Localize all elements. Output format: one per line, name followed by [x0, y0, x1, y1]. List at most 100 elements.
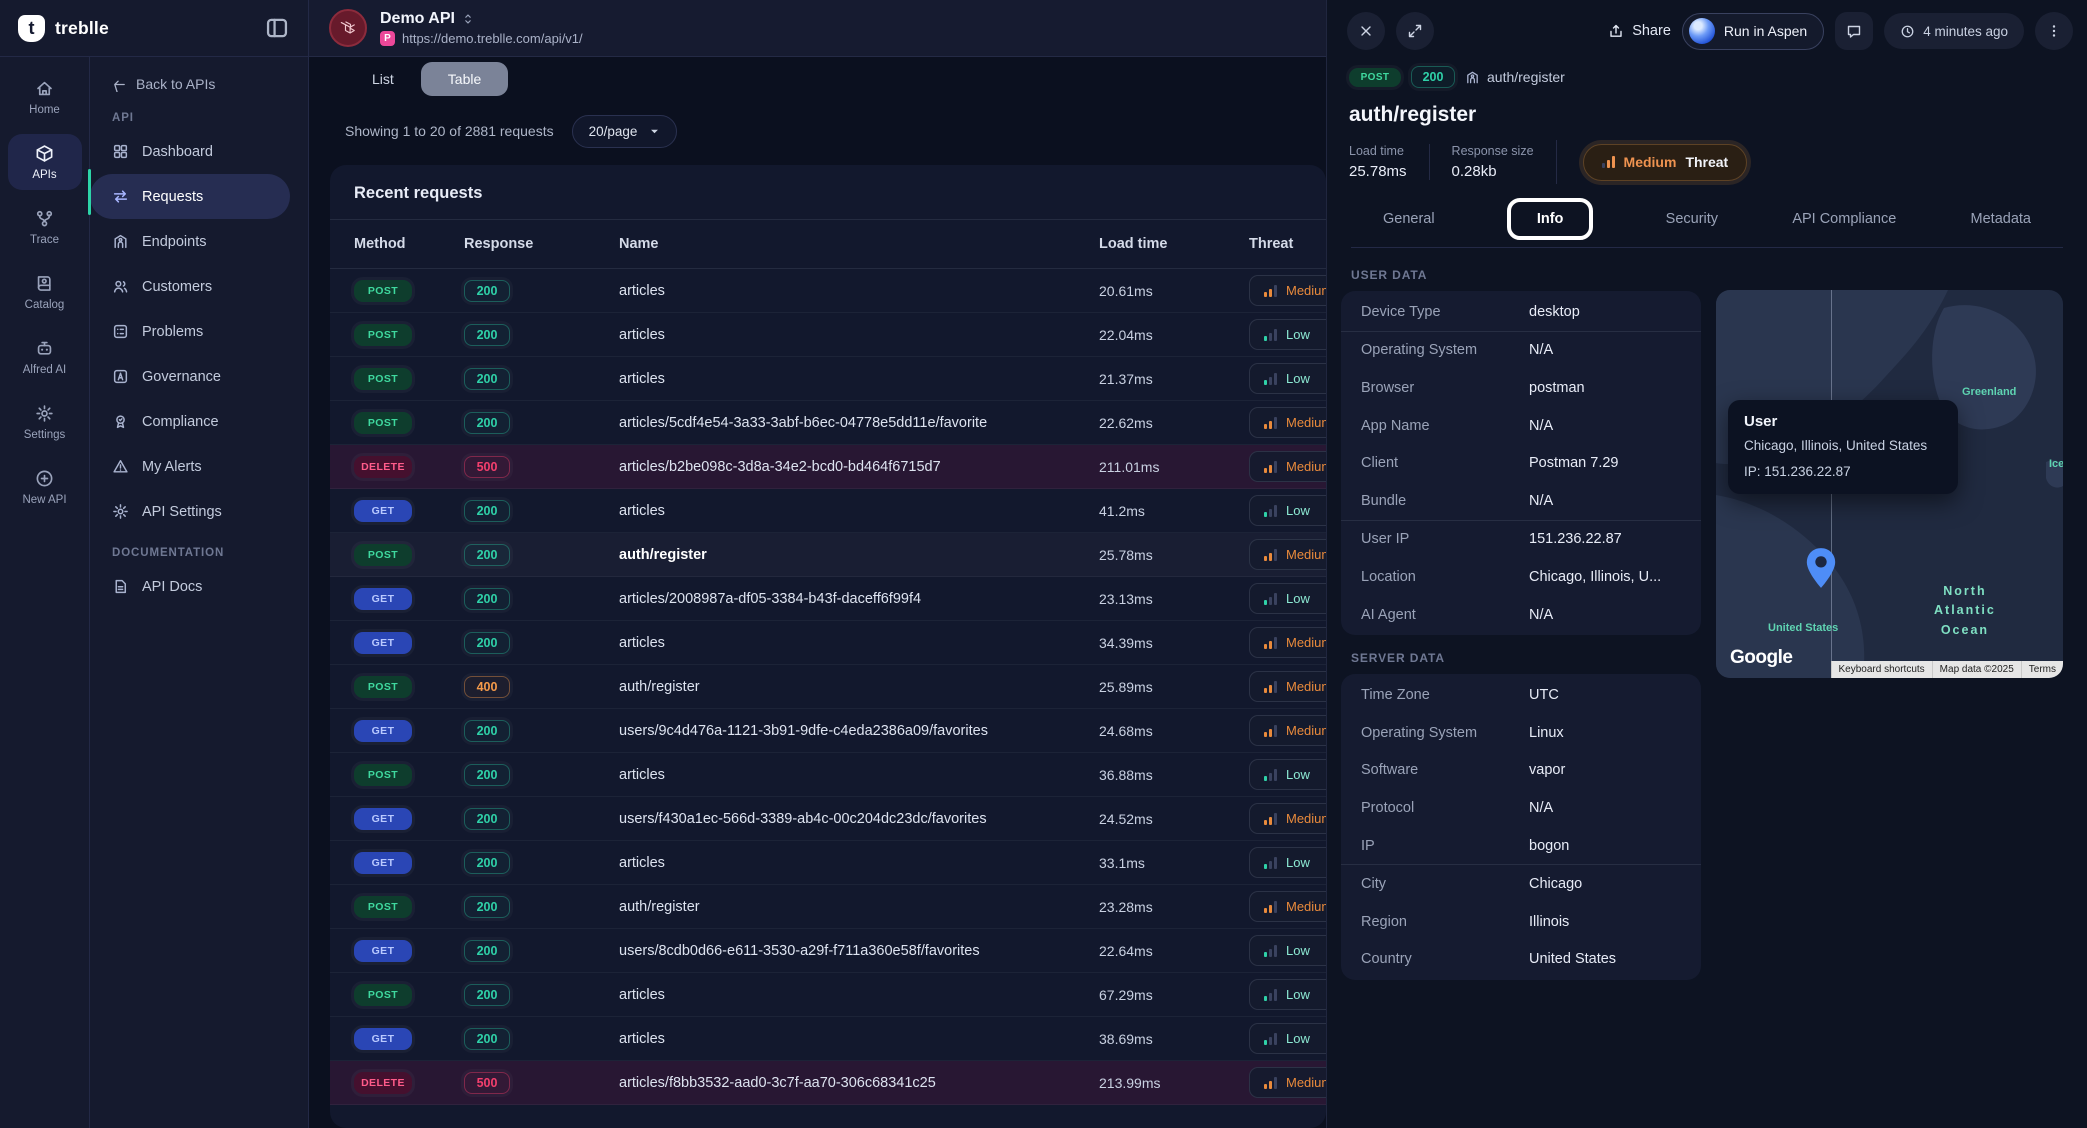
location-map[interactable]: Greenland Iceland North Atlantic Ocean U… [1716, 290, 2063, 678]
rail-item-alfred-ai[interactable]: Alfred AI [8, 329, 82, 385]
endpoint-breadcrumb[interactable]: auth/register [1465, 69, 1565, 85]
load-time: 23.28ms [1099, 899, 1249, 915]
map-attribution-item[interactable]: Terms [2021, 661, 2063, 678]
stat-value: 0.28kb [1452, 163, 1534, 180]
sidebar-item-endpoints[interactable]: Endpoints [90, 219, 308, 264]
table-row[interactable]: GET200articles38.69msLow [330, 1017, 1326, 1061]
info-tab-content: USER DATA Device TypedesktopOperating Sy… [1327, 248, 2087, 996]
sidebar-item-problems[interactable]: Problems [90, 309, 308, 354]
method-cell: GET [354, 1028, 464, 1050]
rail-item-label: New API [22, 494, 66, 506]
table-row[interactable]: DELETE500articles/b2be098c-3d8a-34e2-bcd… [330, 445, 1326, 489]
stat-label: Response size [1452, 144, 1534, 158]
share-button[interactable]: Share [1608, 23, 1671, 39]
api-avatar[interactable] [329, 9, 367, 47]
page-size-select[interactable]: 20/page [572, 115, 678, 148]
rail-item-settings[interactable]: Settings [8, 394, 82, 450]
table-row[interactable]: POST200articles/5cdf4e54-3a33-3abf-b6ec-… [330, 401, 1326, 445]
sidebar-item-api-settings[interactable]: API Settings [90, 489, 308, 534]
threat-bars-icon [1264, 725, 1277, 737]
rail-item-trace[interactable]: Trace [8, 199, 82, 255]
rail-item-apis[interactable]: APIs [8, 134, 82, 190]
table-row[interactable]: POST200articles36.88msLow [330, 753, 1326, 797]
table-row[interactable]: GET200articles34.39msMedium [330, 621, 1326, 665]
brand-name: treblle [55, 18, 109, 39]
view-toggle-table[interactable]: Table [421, 62, 508, 96]
treblle-logo[interactable]: t treblle [18, 15, 109, 42]
status-badge: 200 [464, 500, 510, 522]
kv-row-app-name: App NameN/A [1341, 407, 1701, 445]
comments-button[interactable] [1835, 12, 1873, 50]
response-cell: 200 [464, 896, 619, 918]
sidebar-item-api-docs[interactable]: API Docs [90, 564, 308, 609]
sidebar-item-requests[interactable]: Requests [90, 174, 290, 219]
map-attribution-item[interactable]: Map data ©2025 [1932, 661, 2021, 678]
sidebar-item-dashboard[interactable]: Dashboard [90, 129, 308, 174]
table-row[interactable]: DELETE500articles/f8bb3532-aad0-3c7f-aa7… [330, 1061, 1326, 1105]
kv-row-ai-agent: AI AgentN/A [1341, 596, 1701, 634]
expand-panel-button[interactable] [1396, 12, 1434, 50]
table-row[interactable]: GET200articles33.1msLow [330, 841, 1326, 885]
expand-icon [1407, 23, 1423, 39]
table-row[interactable]: GET200articles/2008987a-df05-3384-b43f-d… [330, 577, 1326, 621]
table-row[interactable]: GET200articles41.2msLow [330, 489, 1326, 533]
status-badge: 500 [464, 456, 510, 478]
tab-api-compliance[interactable]: API Compliance [1790, 205, 1898, 233]
request-breadcrumb: POST 200 auth/register [1349, 66, 2063, 88]
threat-badge: Medium [1249, 539, 1326, 570]
tab-general[interactable]: General [1381, 205, 1437, 233]
kv-row-operating-system: Operating SystemN/A [1341, 332, 1701, 370]
threat-bars-icon [1264, 1077, 1277, 1089]
tab-info[interactable]: Info [1507, 198, 1594, 240]
sidebar-item-label: Endpoints [142, 234, 207, 250]
table-row[interactable]: GET200users/9c4d476a-1121-3b91-9dfe-c4ed… [330, 709, 1326, 753]
table-row[interactable]: POST400auth/register25.89msMedium [330, 665, 1326, 709]
recent-requests-card: Recent requests MethodResponseNameLoad t… [330, 165, 1326, 1128]
table-row[interactable]: GET200users/8cdb0d66-e611-3530-a29f-f711… [330, 929, 1326, 973]
close-panel-button[interactable] [1347, 12, 1385, 50]
table-row[interactable]: POST200articles20.61msMedium [330, 269, 1326, 313]
threat-badge: Medium [1249, 671, 1326, 702]
map-label-north-atlantic: North Atlantic Ocean [1934, 582, 1996, 640]
table-row[interactable]: GET200users/f430a1ec-566d-3389-ab4c-00c2… [330, 797, 1326, 841]
table-row[interactable]: POST200articles22.04msLow [330, 313, 1326, 357]
table-row[interactable]: POST200auth/register25.78msMedium [330, 533, 1326, 577]
column-header-method: Method [354, 236, 464, 252]
rail-item-catalog[interactable]: Catalog [8, 264, 82, 320]
kv-key: Location [1361, 569, 1529, 585]
response-cell: 200 [464, 852, 619, 874]
sidebar-item-my-alerts[interactable]: My Alerts [90, 444, 308, 489]
api-switcher-icon[interactable] [461, 12, 475, 26]
threat-badge: Low [1249, 847, 1326, 878]
view-toggle-list[interactable]: List [345, 62, 421, 96]
tab-metadata[interactable]: Metadata [1969, 205, 2033, 233]
threat-bars-icon [1264, 769, 1277, 781]
map-label-greenland: Greenland [1962, 386, 2016, 398]
status-badge: 200 [464, 896, 510, 918]
table-row[interactable]: POST200auth/register23.28msMedium [330, 885, 1326, 929]
map-pin-icon[interactable] [1804, 546, 1838, 590]
back-to-apis-link[interactable]: Back to APIs [90, 69, 308, 99]
more-options-button[interactable] [2035, 12, 2073, 50]
sidebar-item-compliance[interactable]: Compliance [90, 399, 308, 444]
threat-cell: Medium [1249, 891, 1326, 922]
map-attribution-item[interactable]: Keyboard shortcuts [1831, 661, 1932, 678]
run-in-aspen-button[interactable]: Run in Aspen [1682, 13, 1824, 50]
rail-item-new-api[interactable]: New API [8, 459, 82, 515]
main-area: Demo API P https://demo.treblle.com/api/… [309, 0, 1326, 1128]
rail-item-home[interactable]: Home [8, 69, 82, 125]
table-row[interactable]: POST200articles21.37msLow [330, 357, 1326, 401]
threat-label: Medium [1286, 679, 1326, 694]
method-badge: POST [354, 368, 412, 390]
rail-item-label: Alfred AI [23, 364, 66, 376]
table-row[interactable]: POST200articles67.29msLow [330, 973, 1326, 1017]
response-cell: 500 [464, 1072, 619, 1094]
sidebar-item-governance[interactable]: Governance [90, 354, 308, 399]
api-docs-icon [112, 578, 129, 595]
sidebar-item-customers[interactable]: Customers [90, 264, 308, 309]
tab-security[interactable]: Security [1664, 205, 1720, 233]
request-title: auth/register [1349, 103, 2063, 127]
method-badge: POST [354, 412, 412, 434]
collapse-sidebar-icon[interactable] [264, 15, 290, 41]
request-time-pill[interactable]: 4 minutes ago [1884, 13, 2024, 49]
